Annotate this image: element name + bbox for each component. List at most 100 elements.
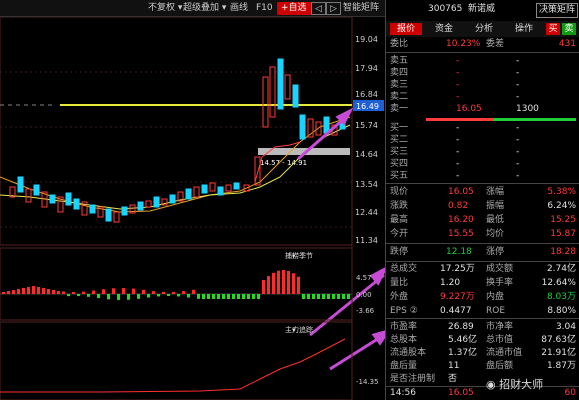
candle (209, 182, 216, 192)
draw-line-button[interactable]: 画线 (230, 2, 248, 15)
indicator-bar (192, 289, 195, 294)
candle (17, 176, 24, 193)
indicator2-line (0, 338, 346, 393)
indicator-bar (152, 291, 155, 294)
indicator-bar (77, 294, 80, 297)
candle (153, 196, 160, 208)
indicator-bar (42, 288, 45, 294)
indicator-bar (122, 288, 125, 294)
indicator-bar (237, 294, 240, 299)
candle (299, 114, 306, 140)
tick-row: 14:56 16.05 60 (390, 388, 576, 398)
indicator-bar (242, 294, 245, 299)
indicator-bar (167, 294, 170, 297)
indicator-bar (287, 270, 290, 294)
indicator-bar (207, 294, 210, 299)
indicator-bar (322, 294, 325, 299)
indicator-bar (87, 294, 90, 297)
stock-header: 300765 新诺威 决策矩阵 (386, 3, 579, 18)
weibo-icon: ◉ (486, 378, 496, 391)
indicator-bar (82, 291, 85, 294)
indicator-bar (127, 294, 130, 300)
indicator-bar (232, 294, 235, 299)
indicator-bar (97, 294, 100, 299)
tab-operation[interactable]: 操作 (508, 23, 540, 35)
quote-row: 涨跌 0.82 振幅 6.24% (390, 201, 576, 211)
range-label: 14.57 - 14.91 (260, 159, 307, 167)
arrow-2 (309, 273, 385, 337)
decision-matrix-button[interactable]: 决策矩阵 (536, 3, 579, 18)
candle (49, 194, 56, 204)
indicator-bar (262, 280, 265, 294)
fundamental-row: 总股本 5.46亿 总市值 87.63亿 (390, 335, 576, 345)
indicator-bar (222, 294, 225, 299)
indicator-bar (57, 291, 60, 294)
tab-analysis[interactable]: 分析 (468, 23, 500, 35)
overlay-dropdown[interactable]: 超级叠加 ▾ (183, 2, 226, 15)
candle (185, 188, 192, 200)
candle (25, 188, 32, 203)
spread-bar (426, 118, 576, 121)
indicator-bar (147, 294, 150, 298)
indicator-bar (2, 292, 5, 294)
fundamental-row: 是否注册制否 (390, 374, 458, 384)
candle (277, 58, 284, 110)
quote-row: 最高 16.20 最低 15.25 (390, 215, 576, 225)
price-tick: 13.54 (355, 180, 378, 189)
candle (145, 200, 152, 208)
kline-chart[interactable]: 19.04 17.94 16.84 16.49 15.74 14.64 13.5… (0, 17, 385, 400)
chart-area[interactable]: 不复权 ▾ 超级叠加 ▾ 画线 F10 +自选 ◁ ▷ 智能矩阵 19.04 1… (0, 0, 385, 400)
candle (269, 66, 276, 118)
buy-level-row[interactable]: 买五 - - (386, 170, 579, 183)
price-tick: 11.34 (355, 236, 378, 245)
smart-matrix-button[interactable]: 智能矩阵 (343, 2, 379, 15)
indicator-bar (292, 273, 295, 294)
candle (65, 192, 72, 206)
indicator-bar (62, 291, 65, 294)
stock-code: 300765 (428, 4, 463, 14)
indicator-bar (277, 270, 280, 294)
candle (284, 74, 291, 100)
price-tick: 12.44 (355, 208, 378, 217)
indicator-bar (247, 294, 250, 299)
price-tick: 16.84 (355, 90, 378, 99)
buy-button[interactable]: 买 (546, 23, 560, 35)
indicator-bar (12, 290, 15, 294)
tab-funds[interactable]: 资金 (428, 23, 460, 35)
volume-row: 外盘 9.227万 内盘 8.03万 (390, 292, 576, 302)
indicator-bar (137, 294, 140, 299)
candle (33, 184, 40, 196)
tab-quote[interactable]: 报价 (390, 23, 422, 35)
indicator-bar (172, 291, 175, 294)
indicator1-bars (2, 270, 350, 300)
sell-level-row[interactable]: 卖一 16.05 1300 (386, 103, 579, 116)
f10-button[interactable]: F10 (256, 2, 273, 15)
indicator-bar (337, 294, 340, 299)
indicator-bar (92, 290, 95, 294)
indicator-bar (182, 291, 185, 294)
candle (73, 198, 80, 210)
next-icon[interactable]: ▷ (326, 2, 341, 15)
price-tick: 15.74 (355, 121, 378, 130)
quote-panel: 300765 新诺威 决策矩阵 报价 资金 分析 操作 买 卖 委比 10.23… (385, 0, 579, 400)
add-watchlist-button[interactable]: +自选 (277, 2, 311, 15)
prev-icon[interactable]: ◁ (311, 2, 326, 15)
indicator-bar (342, 294, 345, 299)
price-tick: 14.64 (355, 150, 378, 159)
volume-row: 总成交 17.25万 成交额 2.74亿 (390, 264, 576, 274)
indicator1-title: 捕捞季节 (285, 251, 313, 260)
indicator-bar (312, 294, 315, 299)
indicator-bar (297, 276, 300, 294)
fuquan-dropdown[interactable]: 不复权 ▾ (148, 2, 182, 15)
ind2-tick: -14.35 (356, 378, 379, 386)
indicator1-axis: 4.57 0.00 -3.66 (356, 274, 375, 315)
indicator-bar (217, 294, 220, 299)
candle (193, 186, 200, 198)
candle (233, 182, 240, 190)
indicator-bar (302, 294, 305, 299)
candle (217, 186, 224, 196)
sell-button[interactable]: 卖 (562, 23, 576, 35)
stock-name: 新诺威 (468, 4, 496, 14)
ind1-tick: 0.00 (356, 291, 372, 299)
price-axis: 19.04 17.94 16.84 16.49 15.74 14.64 13.5… (353, 35, 384, 245)
